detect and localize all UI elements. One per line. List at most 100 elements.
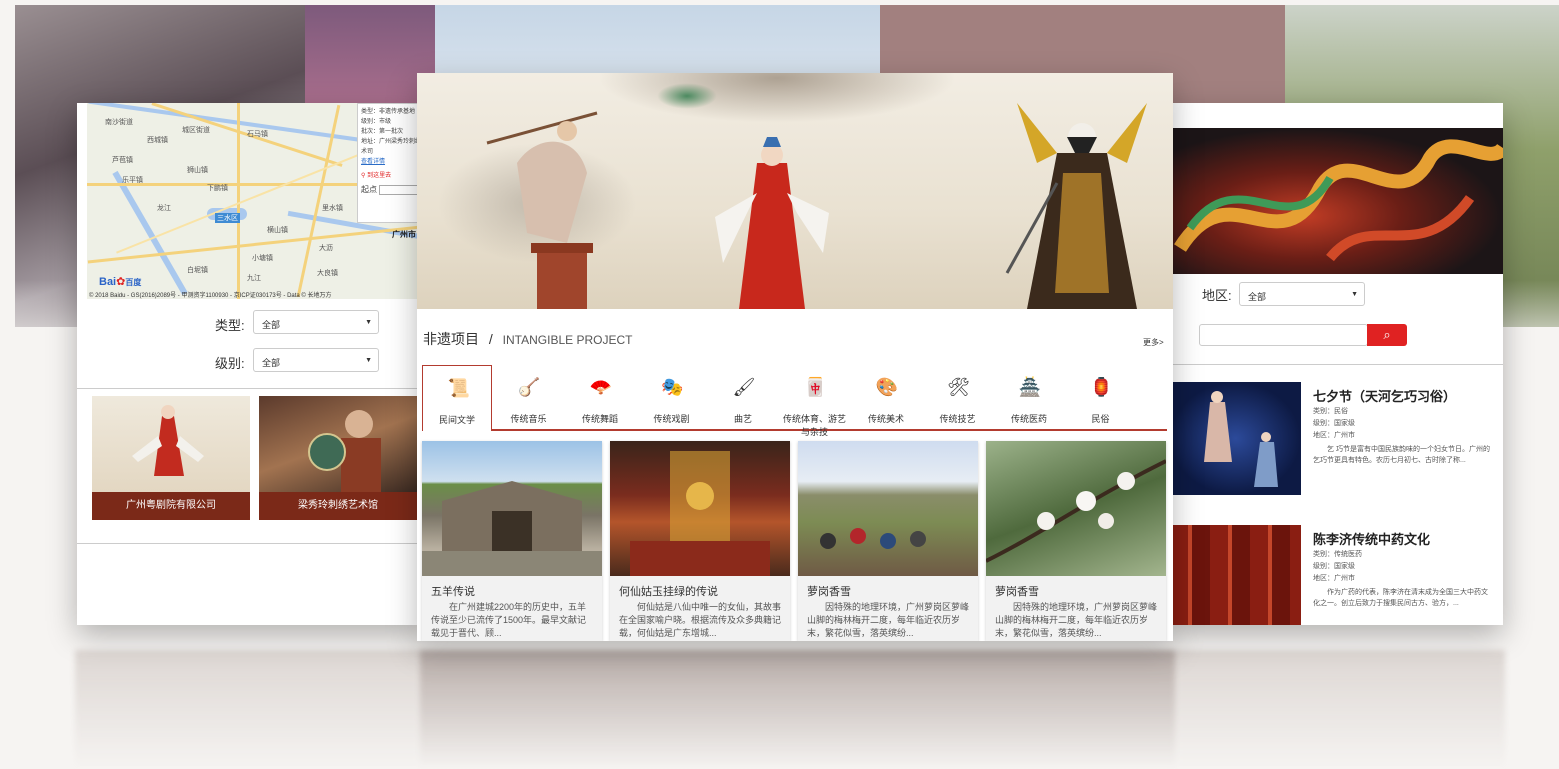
tool-icon: 🛠 (947, 377, 970, 397)
map-label: 下鹏镇 (207, 185, 228, 192)
plum-blossom-photo (986, 441, 1166, 576)
list-item-title[interactable]: 陈李济传统中药文化 (1313, 529, 1430, 548)
caret-down-icon: ▼ (365, 319, 372, 326)
more-link[interactable]: 更多> (1143, 337, 1164, 348)
category-tab[interactable]: 🀄 传统体育、游艺与杂技 (780, 365, 850, 437)
category-tab-label: 传统体育、游艺与杂技 (782, 414, 846, 437)
map-copyright: © 2018 Baidu - GS(2016)2089号 - 甲测资字11009… (89, 293, 332, 299)
map-label: 九江 (247, 275, 261, 282)
list-item-level: 级别：国家级 (1313, 420, 1355, 427)
category-tab-label: 传统舞蹈 (581, 414, 618, 424)
venue-tile-caption: 广州粤剧院有限公司 (92, 492, 250, 520)
map-label: 白坭镇 (187, 267, 208, 274)
embroidery-artist-photo (259, 396, 417, 492)
project-card[interactable]: 萝岗香雪 因特殊的地理环境，广州萝岗区萝峰山脚的梅林梅开二度，每年临近农历岁末，… (798, 441, 978, 641)
map-label: 大良镇 (317, 270, 338, 277)
category-tab-label: 传统医药 (1010, 414, 1047, 424)
search-button[interactable]: ⌕ (1367, 324, 1407, 346)
map-info-details-link[interactable]: 查看详情 (361, 157, 422, 167)
map-info-type: 类型：非遗传承基地 (361, 109, 416, 115)
opera-performer-photo (92, 396, 250, 492)
opera-actress-figure (715, 137, 829, 309)
divider (77, 388, 422, 389)
project-grid: 五羊传说 在广州建城2200年的历史中，五羊传说至少已流传了1500年。最早文献… (422, 441, 1167, 641)
category-tab-label: 传统音乐 (510, 414, 547, 424)
map-start-label: 起点 (361, 185, 377, 195)
category-tab[interactable]: 🛠 传统技艺 (923, 365, 993, 429)
baidu-logo: Bai✿百度 (99, 275, 141, 288)
category-tab[interactable]: 🪭 传统舞蹈 (565, 365, 635, 429)
map-route-link[interactable]: ⚲ 到这里去 (361, 171, 422, 181)
category-tab-label: 曲艺 (733, 414, 752, 424)
project-card[interactable]: 五羊传说 在广州建城2200年的历史中，五羊传说至少已流传了1500年。最早文献… (422, 441, 602, 641)
list-item[interactable]: 七夕节（天河乞巧习俗） 类别：民俗 级别：国家级 地区：广州市 乞 巧节是富有中… (1170, 382, 1503, 502)
map-info-batch: 批次：第一批次 (361, 129, 404, 135)
list-item-category: 类别：民俗 (1313, 408, 1348, 415)
instrument-icon: 🪕 (518, 377, 541, 397)
category-tabs: 📜 民间文学 🪕 传统音乐 🪭 传统舞蹈 🎭 传统戏剧 🖌 曲艺 🀄 传统体育、游艺与杂技 🎨 传统美术 🛠… (422, 365, 1167, 437)
map-label: 里水镇 (322, 205, 343, 212)
map-route-label: 到这里去 (367, 173, 392, 179)
location-pin-icon: ⚲ (361, 173, 366, 179)
filter-type-select[interactable]: 全部 ▼ (253, 310, 379, 334)
cards-reflection (75, 650, 1505, 769)
map-info-level: 级别：市级 (361, 119, 392, 125)
list-item-title[interactable]: 七夕节（天河乞巧习俗） (1313, 386, 1456, 405)
baidu-logo-cn: 百度 (125, 278, 142, 287)
search-icon: ⌕ (1383, 327, 1391, 342)
category-tab[interactable]: 🪕 传统音乐 (494, 365, 564, 429)
search-input[interactable] (1199, 324, 1368, 346)
category-tab[interactable]: 🏯 传统医药 (994, 365, 1064, 429)
venue-tile[interactable]: 广州粤剧院有限公司 (92, 396, 250, 520)
project-page-card: 非遗项目 / INTANGIBLE PROJECT 更多> 📜 民间文学 🪕 传统音乐… (417, 73, 1173, 641)
map-start-field[interactable]: 起点 (361, 185, 422, 195)
category-tab[interactable]: 🎨 传统美术 (851, 365, 921, 429)
category-tab[interactable]: 🏮 民俗 (1066, 365, 1136, 429)
dragon-embroidery-banner (1170, 128, 1503, 274)
venue-tile[interactable]: 梁秀玲刺绣艺术馆 (259, 396, 417, 520)
filter-type-label: 类型: (215, 318, 245, 333)
project-card[interactable]: 何仙姑玉挂绿的传说 何仙姑是八仙中唯一的女仙，其故事在全国家喻户晓。根据流传及众… (610, 441, 790, 641)
map-label: 广州市 (392, 230, 416, 239)
list-item-region: 地区：广州市 (1313, 575, 1355, 582)
map-label: 小塘镇 (252, 255, 273, 262)
map-info-address: 地址：广州梁秀玲刺绣艺术司 (361, 139, 422, 155)
divider (1170, 364, 1503, 365)
map-label: 龙江 (157, 205, 171, 212)
paint-icon: 🎨 (875, 377, 899, 397)
filter-region-select[interactable]: 全部 ▼ (1239, 282, 1365, 306)
category-tab-label: 民俗 (1091, 414, 1110, 424)
category-tab-label: 传统美术 (867, 414, 904, 424)
category-tab[interactable]: 📜 民间文学 (422, 365, 492, 431)
baidu-map[interactable]: 南沙街道 西城镇 城区街道 石马镇 芦苞镇 狮山镇 乐平镇 下鹏镇 龙江 大沥 … (87, 103, 422, 299)
acrobat-figure (486, 111, 598, 309)
category-tab-label: 民间文学 (438, 415, 475, 425)
map-label: 乐平镇 (122, 177, 143, 184)
brush-icon: 🖌 (732, 377, 756, 397)
list-item-desc: 作为广药的代表，陈李济在清末成为全国三大中药文化之一。创立后致力于搜集民间古方、… (1313, 589, 1488, 607)
opera-banner (417, 73, 1173, 309)
section-title: 非遗项目 / INTANGIBLE PROJECT (423, 329, 632, 349)
game-board-icon: 🀄 (804, 377, 827, 397)
project-desc: 因特殊的地理环境，广州萝岗区萝峰山脚的梅林梅开二度，每年临近农历岁末，繁花似雪，… (995, 602, 1158, 638)
filter-level-select[interactable]: 全部 ▼ (253, 348, 379, 372)
filter-type-value: 全部 (262, 320, 281, 330)
five-rams-temple-photo (422, 441, 602, 576)
list-item-category: 类别：传统医药 (1313, 551, 1362, 558)
project-card[interactable]: 萝岗香雪 因特殊的地理环境，广州萝岗区萝峰山脚的梅林梅开二度，每年临近农历岁末，… (986, 441, 1166, 641)
chen-li-ji-shop-photo (1170, 525, 1301, 625)
section-title-sep: / (488, 331, 493, 347)
filter-type-row: 类型: 全部 ▼ (77, 310, 422, 338)
project-title: 萝岗香雪 (995, 586, 1039, 598)
category-tab[interactable]: 🖌 曲艺 (708, 365, 778, 429)
list-item[interactable]: 陈李济传统中药文化 类别：传统医药 级别：国家级 地区：广州市 作为广药的代表，… (1170, 525, 1503, 625)
section-title-cn: 非遗项目 (423, 331, 479, 347)
paw-icon: ✿ (116, 276, 126, 288)
project-title: 何仙姑玉挂绿的传说 (619, 586, 718, 598)
category-tab[interactable]: 🎭 传统戏剧 (637, 365, 707, 429)
filter-level-label: 级别: (215, 356, 245, 371)
map-label: 三水区 (215, 213, 240, 223)
project-title: 萝岗香雪 (807, 586, 851, 598)
project-title: 五羊传说 (431, 586, 475, 598)
map-label: 南沙街道 (105, 119, 133, 126)
